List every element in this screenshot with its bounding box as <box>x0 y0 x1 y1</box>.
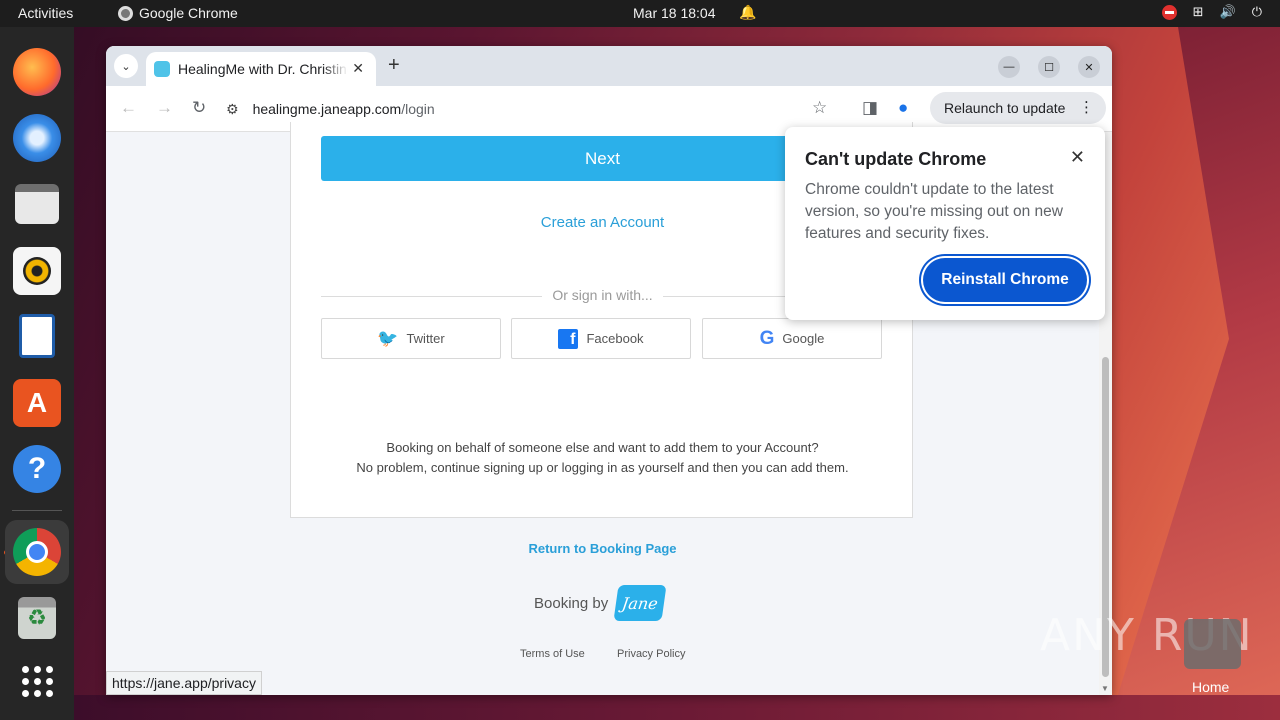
status-url-bubble: https://jane.app/privacy <box>106 671 262 695</box>
google-icon: G <box>759 327 775 349</box>
jane-logo: Jane <box>613 585 667 621</box>
profile-icon[interactable]: ● <box>898 98 908 118</box>
help-icon[interactable]: ? <box>13 445 61 493</box>
twitter-icon: 🐦 <box>377 328 399 348</box>
facebook-button[interactable]: f Facebook <box>511 318 691 359</box>
dock: A ? ♻ <box>0 27 74 720</box>
facebook-label: Facebook <box>586 331 644 346</box>
reinstall-chrome-button[interactable]: Reinstall Chrome <box>923 258 1087 302</box>
network-icon: ⊞ <box>1192 4 1204 19</box>
update-error-popup: Can't update Chrome ✕ Chrome couldn't up… <box>785 127 1105 320</box>
booking-by-label: Booking by <box>534 594 609 612</box>
writer-icon[interactable] <box>19 314 55 358</box>
tab-search-icon[interactable]: ⌄ <box>114 54 138 78</box>
or-sign-in-text: Or sign in with... <box>542 287 663 303</box>
apps-grid-icon[interactable] <box>13 657 61 705</box>
files-icon[interactable] <box>15 184 59 224</box>
twitter-label: Twitter <box>406 331 445 346</box>
privacy-link[interactable]: Privacy Policy <box>617 648 685 660</box>
popup-close-icon[interactable]: ✕ <box>1070 147 1085 168</box>
address-bar[interactable]: ⚙ healingme.janeapp.com /login <box>226 92 826 126</box>
stop-icon[interactable] <box>1161 4 1177 20</box>
app-store-icon[interactable]: A <box>13 379 61 427</box>
clock[interactable]: Mar 18 18:04 <box>633 5 716 21</box>
tab-close-icon[interactable]: ✕ <box>352 60 364 77</box>
chrome-icon <box>118 5 133 21</box>
wallpaper-bottom <box>74 695 1280 720</box>
url-path: /login <box>401 101 435 117</box>
tab-strip: ⌄ HealingMe with Dr. Christine ✕ + — ☐ ✕ <box>106 46 1112 86</box>
popup-body: Chrome couldn't update to the latest ver… <box>805 181 1063 242</box>
popup-title: Can't update Chrome <box>805 149 987 169</box>
relaunch-label: Relaunch to update <box>944 100 1066 116</box>
back-icon[interactable]: ← <box>120 98 137 118</box>
app-name: Google Chrome <box>139 5 238 21</box>
chrome-dock-item[interactable] <box>5 520 69 584</box>
tab-title: HealingMe with Dr. Christine <box>178 61 348 77</box>
relaunch-button[interactable]: Relaunch to update ⋮ <box>930 92 1106 124</box>
tab-active[interactable]: HealingMe with Dr. Christine ✕ <box>146 52 376 86</box>
minimize-icon[interactable]: — <box>998 56 1020 78</box>
note-line-2: No problem, continue signing up or loggi… <box>356 460 849 475</box>
google-label: Google <box>782 331 825 346</box>
trash-icon[interactable]: ♻ <box>18 597 56 639</box>
menu-dots-icon[interactable]: ⋮ <box>1079 98 1094 116</box>
side-panel-icon[interactable]: ◨ <box>862 98 878 118</box>
url-host: healingme.janeapp.com <box>252 101 402 117</box>
google-button[interactable]: G Google <box>702 318 882 359</box>
terms-link[interactable]: Terms of Use <box>520 648 585 660</box>
bookmark-star-icon[interactable]: ☆ <box>812 98 827 118</box>
close-window-icon[interactable]: ✕ <box>1078 56 1100 78</box>
system-tray[interactable]: ⊞ 🔊 ⏻ <box>1161 4 1262 20</box>
power-icon: ⏻ <box>1251 4 1262 19</box>
chrome-icon <box>13 528 61 576</box>
dock-separator <box>12 510 62 511</box>
top-bar: Activities Google Chrome Mar 18 18:04 🔔 … <box>0 0 1280 27</box>
volume-icon: 🔊 <box>1219 4 1236 19</box>
booking-by-jane[interactable]: Booking by Jane <box>534 585 667 621</box>
thunderbird-icon[interactable] <box>13 114 61 162</box>
scroll-down-icon[interactable]: ▼ <box>1101 684 1109 693</box>
app-menu[interactable]: Google Chrome <box>118 5 238 21</box>
site-settings-icon[interactable]: ⚙ <box>226 101 239 118</box>
new-tab-icon[interactable]: + <box>388 54 400 77</box>
jane-favicon-icon <box>154 61 170 77</box>
bell-icon: 🔔 <box>739 4 757 20</box>
twitter-button[interactable]: 🐦 Twitter <box>321 318 501 359</box>
rhythmbox-icon[interactable] <box>13 247 61 295</box>
forward-icon[interactable]: → <box>156 98 173 118</box>
facebook-icon: f <box>558 328 579 349</box>
activities-button[interactable]: Activities <box>18 5 73 21</box>
firefox-icon[interactable] <box>13 48 61 96</box>
note-line-1: Booking on behalf of someone else and wa… <box>386 440 819 455</box>
return-to-booking-link[interactable]: Return to Booking Page <box>106 541 1099 556</box>
home-folder-icon[interactable] <box>1184 619 1241 669</box>
maximize-icon[interactable]: ☐ <box>1038 56 1060 78</box>
booking-note: Booking on behalf of someone else and wa… <box>291 438 914 478</box>
reload-icon[interactable]: ↻ <box>192 98 206 118</box>
home-label: Home <box>1192 679 1230 695</box>
